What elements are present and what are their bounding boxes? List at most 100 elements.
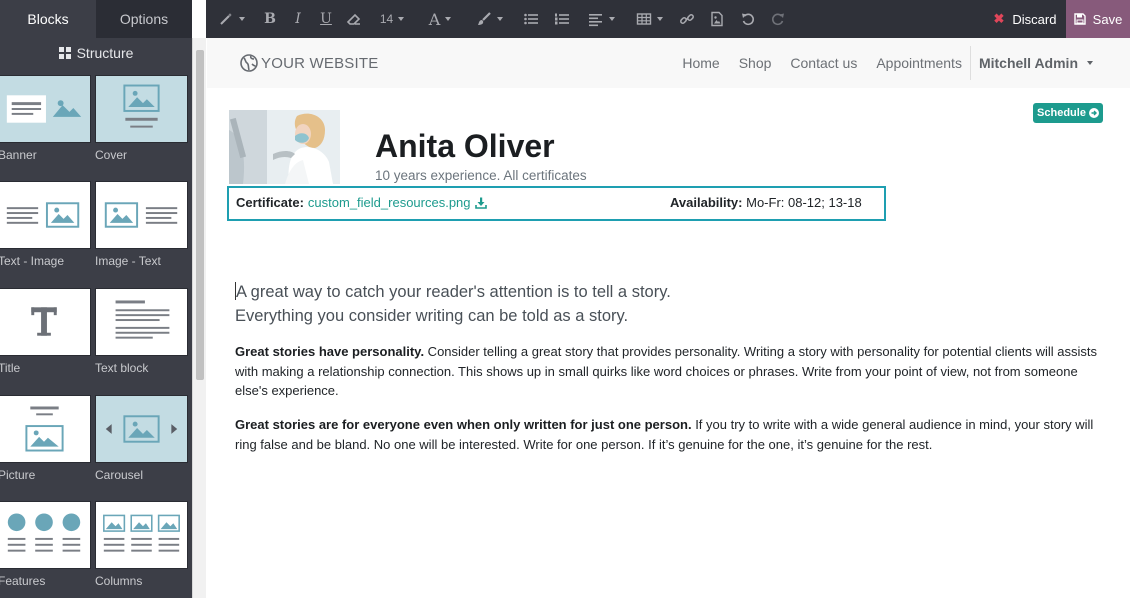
font-size-value: 14 bbox=[379, 12, 394, 26]
eraser-button[interactable] bbox=[340, 0, 368, 38]
block-columns[interactable]: Columns bbox=[95, 501, 188, 589]
chevron-down-icon bbox=[608, 17, 615, 21]
nav-link-home[interactable]: Home bbox=[682, 55, 719, 71]
schedule-button[interactable]: Schedule bbox=[1033, 103, 1103, 123]
lead-line-1-text: A great way to catch your reader's atten… bbox=[236, 283, 671, 301]
story-paragraph-1[interactable]: Great stories have personality. Consider… bbox=[235, 342, 1105, 401]
nav-link-contact-us[interactable]: Contact us bbox=[790, 55, 857, 71]
profile-details-box[interactable]: Certificate: custom_field_resources.png … bbox=[227, 186, 886, 221]
block-label: Carousel bbox=[95, 468, 144, 482]
ordered-list-button[interactable] bbox=[548, 0, 576, 38]
sidebar-scrollbar-thumb[interactable] bbox=[196, 50, 204, 380]
profile-photo bbox=[229, 110, 340, 184]
undo-button[interactable] bbox=[732, 0, 764, 38]
features-thumbnail bbox=[0, 501, 91, 569]
availability-field: Availability: Mo-Fr: 08-12; 13-18 bbox=[670, 195, 862, 210]
paragraph-1-bold: Great stories have personality. bbox=[235, 344, 425, 359]
discard-button[interactable]: ✖ Discard bbox=[984, 0, 1066, 38]
magic-button[interactable] bbox=[206, 0, 256, 38]
block-picture[interactable]: Picture bbox=[0, 395, 91, 483]
underline-icon: U bbox=[320, 11, 332, 27]
block-banner[interactable]: Banner bbox=[0, 75, 91, 163]
chevron-down-icon bbox=[445, 17, 452, 21]
redo-button[interactable] bbox=[764, 0, 792, 38]
nav-link-shop[interactable]: Shop bbox=[739, 55, 772, 71]
banner-thumbnail bbox=[0, 75, 91, 143]
table-icon bbox=[636, 13, 651, 25]
picture-thumbnail bbox=[0, 395, 91, 463]
block-label: Cover bbox=[95, 148, 128, 162]
profile-subtitle: 10 years experience. All certificates bbox=[375, 168, 587, 183]
bold-button[interactable]: B bbox=[256, 0, 284, 38]
block-cover[interactable]: Cover bbox=[95, 75, 188, 163]
ordered-list-icon bbox=[555, 13, 569, 25]
banner-icon bbox=[6, 95, 82, 123]
redo-icon bbox=[772, 13, 784, 26]
close-icon: ✖ bbox=[993, 11, 1005, 26]
title-thumbnail bbox=[0, 288, 91, 356]
undo-icon bbox=[742, 13, 754, 26]
availability-value: Mo-Fr: 08-12; 13-18 bbox=[746, 195, 862, 210]
website-page: YOUR WEBSITE Home Shop Contact us Appoin… bbox=[207, 38, 1130, 598]
link-button[interactable] bbox=[672, 0, 702, 38]
block-text-image[interactable]: Text - Image bbox=[0, 181, 91, 269]
italic-button[interactable]: I bbox=[284, 0, 312, 38]
align-left-icon bbox=[588, 14, 602, 27]
profile-name: Anita Oliver bbox=[375, 128, 555, 164]
user-name: Mitchell Admin bbox=[978, 55, 1078, 71]
align-button[interactable] bbox=[576, 0, 626, 38]
schedule-label: Schedule bbox=[1037, 107, 1086, 119]
text-block-thumbnail bbox=[95, 288, 188, 356]
block-features[interactable]: Features bbox=[0, 501, 91, 589]
section-title: Structure bbox=[76, 45, 134, 61]
block-title[interactable]: Title bbox=[0, 288, 91, 376]
image-icon bbox=[711, 11, 723, 27]
text-image-icon bbox=[6, 202, 80, 228]
grid-icon bbox=[58, 47, 71, 59]
block-image-text[interactable]: Image - Text bbox=[95, 181, 188, 269]
user-menu[interactable]: Mitchell Admin bbox=[979, 55, 1093, 71]
doctor-photo-image bbox=[229, 110, 340, 184]
chevron-down-icon bbox=[238, 17, 245, 21]
font-color-button[interactable]: A bbox=[416, 0, 464, 38]
chevron-down-icon bbox=[496, 17, 503, 21]
background-color-button[interactable] bbox=[464, 0, 514, 38]
discard-label: Discard bbox=[1012, 11, 1057, 27]
certificate-label: Certificate: bbox=[236, 195, 304, 210]
block-text-block[interactable]: Text block bbox=[95, 288, 188, 376]
sidebar-scrollbar[interactable] bbox=[192, 38, 206, 598]
save-button[interactable]: Save bbox=[1066, 0, 1130, 38]
block-label: Picture bbox=[0, 468, 36, 482]
save-label: Save bbox=[1092, 11, 1123, 27]
font-size-select[interactable]: 14 bbox=[368, 0, 416, 38]
block-label: Image - Text bbox=[95, 254, 161, 268]
download-icon[interactable] bbox=[474, 197, 487, 209]
image-text-thumbnail bbox=[95, 181, 188, 249]
save-icon bbox=[1073, 13, 1086, 25]
story-paragraph-2[interactable]: Great stories are for everyone even when… bbox=[235, 415, 1105, 454]
image-text-icon bbox=[104, 202, 178, 228]
editor-toolbar: B I U 14 A ✖ Discard Save bbox=[206, 0, 1130, 38]
chevron-down-icon bbox=[398, 17, 405, 21]
title-t-icon bbox=[31, 307, 57, 336]
editor-sidebar: Blocks Options Structure Banner Cover Te… bbox=[0, 0, 192, 598]
website-brand[interactable]: YOUR WEBSITE bbox=[240, 54, 378, 72]
bold-icon: B bbox=[264, 11, 276, 27]
font-color-icon: A bbox=[428, 9, 441, 29]
block-label: Text - Image bbox=[0, 254, 65, 268]
brand-name: YOUR WEBSITE bbox=[261, 54, 379, 72]
underline-button[interactable]: U bbox=[312, 0, 340, 38]
unordered-list-button[interactable] bbox=[514, 0, 548, 38]
tab-options[interactable]: Options bbox=[96, 0, 192, 38]
lead-text[interactable]: A great way to catch your reader's atten… bbox=[235, 280, 1095, 328]
tab-blocks[interactable]: Blocks bbox=[0, 0, 96, 38]
media-button[interactable] bbox=[702, 0, 732, 38]
arrow-right-circle-icon bbox=[1088, 108, 1099, 118]
block-label: Columns bbox=[95, 574, 143, 588]
certificate-file-link[interactable]: custom_field_resources.png bbox=[308, 195, 471, 210]
block-carousel[interactable]: Carousel bbox=[95, 395, 188, 483]
table-button[interactable] bbox=[626, 0, 672, 38]
nav-link-appointments[interactable]: Appointments bbox=[876, 55, 962, 71]
availability-label: Availability: bbox=[670, 195, 743, 210]
italic-icon: I bbox=[295, 11, 301, 27]
